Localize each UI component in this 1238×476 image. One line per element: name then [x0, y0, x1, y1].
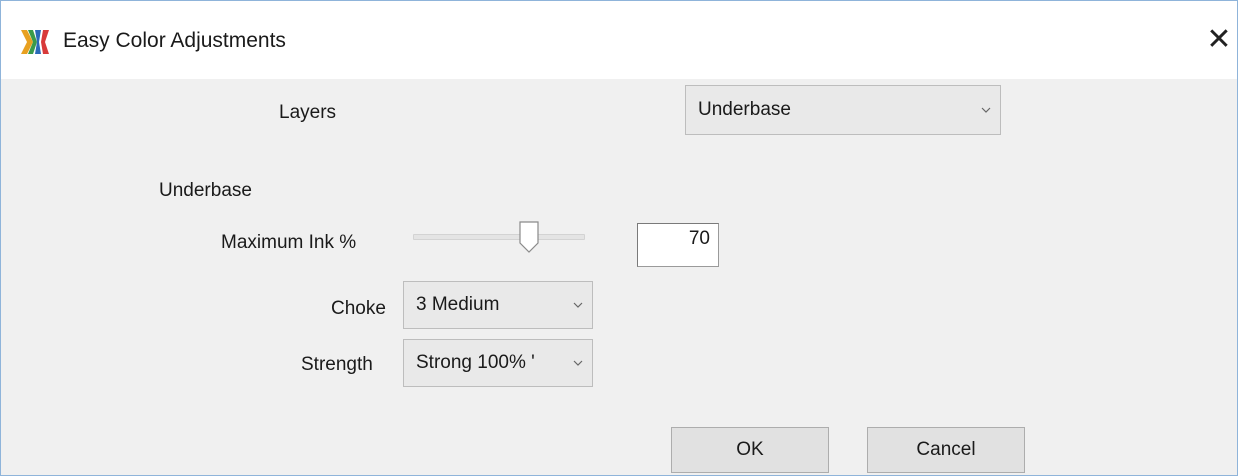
strength-label: Strength [301, 354, 373, 375]
slider-thumb[interactable] [519, 221, 539, 253]
window-title: Easy Color Adjustments [63, 29, 286, 52]
app-logo-icon [21, 30, 51, 54]
section-heading-underbase: Underbase [159, 180, 252, 201]
layers-dropdown[interactable]: Underbase [685, 85, 1001, 135]
max-ink-input[interactable]: 70 [637, 223, 719, 267]
chevron-down-icon [978, 86, 994, 134]
layers-dropdown-value: Underbase [698, 99, 791, 120]
close-button[interactable]: ✕ [1201, 19, 1237, 59]
ok-button[interactable]: OK [671, 427, 829, 473]
choke-label: Choke [331, 298, 386, 319]
choke-dropdown-value: 3 Medium [416, 294, 500, 315]
max-ink-label: Maximum Ink % [221, 232, 357, 253]
max-ink-slider[interactable] [411, 219, 587, 255]
close-icon: ✕ [1206, 22, 1232, 56]
title-bar: Easy Color Adjustments ✕ [1, 1, 1237, 79]
chevron-down-icon [570, 282, 586, 328]
layers-label: Layers [279, 102, 337, 123]
slider-track [413, 234, 585, 240]
max-ink-value: 70 [688, 228, 710, 249]
strength-dropdown[interactable]: Strong 100% ' [403, 339, 593, 387]
chevron-down-icon [570, 340, 586, 386]
cancel-button[interactable]: Cancel [867, 427, 1025, 473]
choke-dropdown[interactable]: 3 Medium [403, 281, 593, 329]
strength-dropdown-value: Strong 100% ' [416, 352, 535, 373]
dialog-window: Easy Color Adjustments ✕ Layers Underbas… [0, 0, 1238, 476]
